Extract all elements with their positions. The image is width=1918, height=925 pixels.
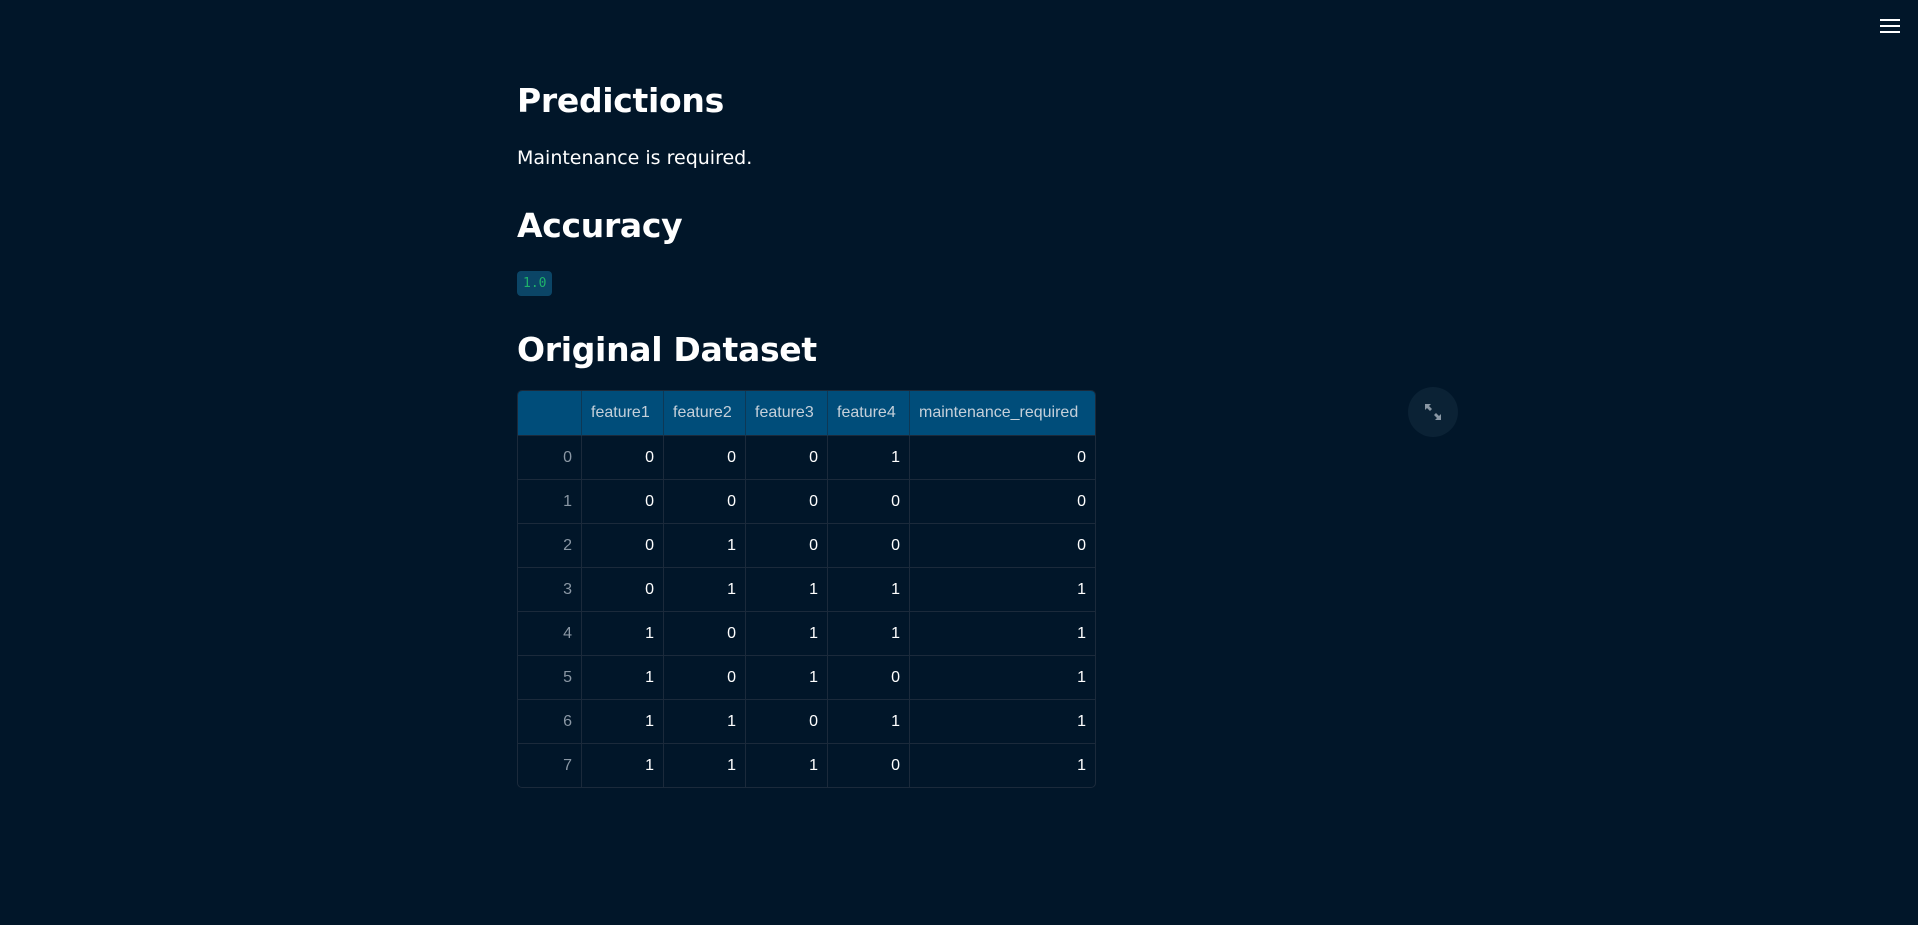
- table-cell[interactable]: 0: [745, 523, 828, 568]
- table-cell[interactable]: 1: [827, 567, 910, 612]
- table-row: 5 1 0 1 0 1: [518, 655, 1095, 700]
- table-cell[interactable]: 1: [827, 611, 910, 656]
- table-cell[interactable]: 1: [745, 611, 828, 656]
- table-cell[interactable]: 1: [745, 655, 828, 700]
- row-index-cell[interactable]: 0: [518, 435, 582, 480]
- table-cell[interactable]: 0: [909, 435, 1095, 480]
- table-cell[interactable]: 0: [663, 479, 746, 524]
- table-cell[interactable]: 1: [909, 567, 1095, 612]
- table-cell[interactable]: 1: [745, 567, 828, 612]
- table-cell[interactable]: 1: [581, 699, 664, 744]
- table-cell[interactable]: 0: [827, 479, 910, 524]
- row-index-cell[interactable]: 5: [518, 655, 582, 700]
- table-cell[interactable]: 0: [663, 435, 746, 480]
- table-cell[interactable]: 1: [909, 611, 1095, 656]
- table-cell[interactable]: 0: [663, 655, 746, 700]
- table-cell[interactable]: 0: [827, 655, 910, 700]
- table-cell[interactable]: 0: [827, 743, 910, 787]
- predictions-heading: Predictions: [517, 81, 724, 120]
- table-cell[interactable]: 0: [909, 523, 1095, 568]
- column-header-index[interactable]: [518, 391, 582, 436]
- row-index-cell[interactable]: 6: [518, 699, 582, 744]
- row-index-cell[interactable]: 7: [518, 743, 582, 787]
- table-cell[interactable]: 0: [581, 567, 664, 612]
- column-header-maintenance-required[interactable]: maintenance_required: [909, 391, 1095, 436]
- table-row: 3 0 1 1 1 1: [518, 567, 1095, 612]
- prediction-message: Maintenance is required.: [517, 147, 753, 169]
- table-cell[interactable]: 0: [745, 435, 828, 480]
- table-cell[interactable]: 0: [663, 611, 746, 656]
- table-row: 6 1 1 0 1 1: [518, 699, 1095, 744]
- table-cell[interactable]: 1: [909, 655, 1095, 700]
- row-index-cell[interactable]: 4: [518, 611, 582, 656]
- table-row: 1 0 0 0 0 0: [518, 479, 1095, 524]
- fullscreen-button[interactable]: [1408, 387, 1458, 437]
- dataset-heading: Original Dataset: [517, 330, 817, 369]
- table-row: 0 0 0 0 1 0: [518, 435, 1095, 480]
- table-row: 2 0 1 0 0 0: [518, 523, 1095, 568]
- table-cell[interactable]: 1: [909, 743, 1095, 787]
- accuracy-value: 1.0: [517, 271, 553, 296]
- table-cell[interactable]: 1: [827, 435, 910, 480]
- table-cell[interactable]: 1: [663, 699, 746, 744]
- table-cell[interactable]: 1: [581, 611, 664, 656]
- table-cell[interactable]: 1: [745, 743, 828, 787]
- column-header-feature2[interactable]: feature2: [663, 391, 746, 436]
- column-header-feature4[interactable]: feature4: [827, 391, 910, 436]
- main-menu-button[interactable]: [1878, 14, 1902, 38]
- row-index-cell[interactable]: 2: [518, 523, 582, 568]
- app-page: Predictions Maintenance is required. Acc…: [0, 0, 1918, 925]
- table-cell[interactable]: 0: [581, 435, 664, 480]
- table-cell[interactable]: 1: [909, 699, 1095, 744]
- table-cell[interactable]: 0: [581, 479, 664, 524]
- table-cell[interactable]: 0: [827, 523, 910, 568]
- table-cell[interactable]: 1: [581, 655, 664, 700]
- table-row: 4 1 0 1 1 1: [518, 611, 1095, 656]
- row-index-cell[interactable]: 3: [518, 567, 582, 612]
- table-cell[interactable]: 0: [745, 479, 828, 524]
- table-cell[interactable]: 1: [663, 567, 746, 612]
- column-header-feature1[interactable]: feature1: [581, 391, 664, 436]
- table-cell[interactable]: 1: [581, 743, 664, 787]
- hamburger-menu-icon: [1880, 19, 1900, 33]
- table-cell[interactable]: 1: [663, 743, 746, 787]
- row-index-cell[interactable]: 1: [518, 479, 582, 524]
- table-row: 7 1 1 1 0 1: [518, 743, 1095, 787]
- table-cell[interactable]: 1: [827, 699, 910, 744]
- table-header-row: feature1 feature2 feature3 feature4 main…: [518, 391, 1095, 436]
- accuracy-heading: Accuracy: [517, 206, 683, 245]
- dataset-table[interactable]: feature1 feature2 feature3 feature4 main…: [517, 390, 1096, 788]
- table-cell[interactable]: 0: [909, 479, 1095, 524]
- table-cell[interactable]: 0: [745, 699, 828, 744]
- table-cell[interactable]: 1: [663, 523, 746, 568]
- table-cell[interactable]: 0: [581, 523, 664, 568]
- expand-icon: [1425, 404, 1441, 420]
- column-header-feature3[interactable]: feature3: [745, 391, 828, 436]
